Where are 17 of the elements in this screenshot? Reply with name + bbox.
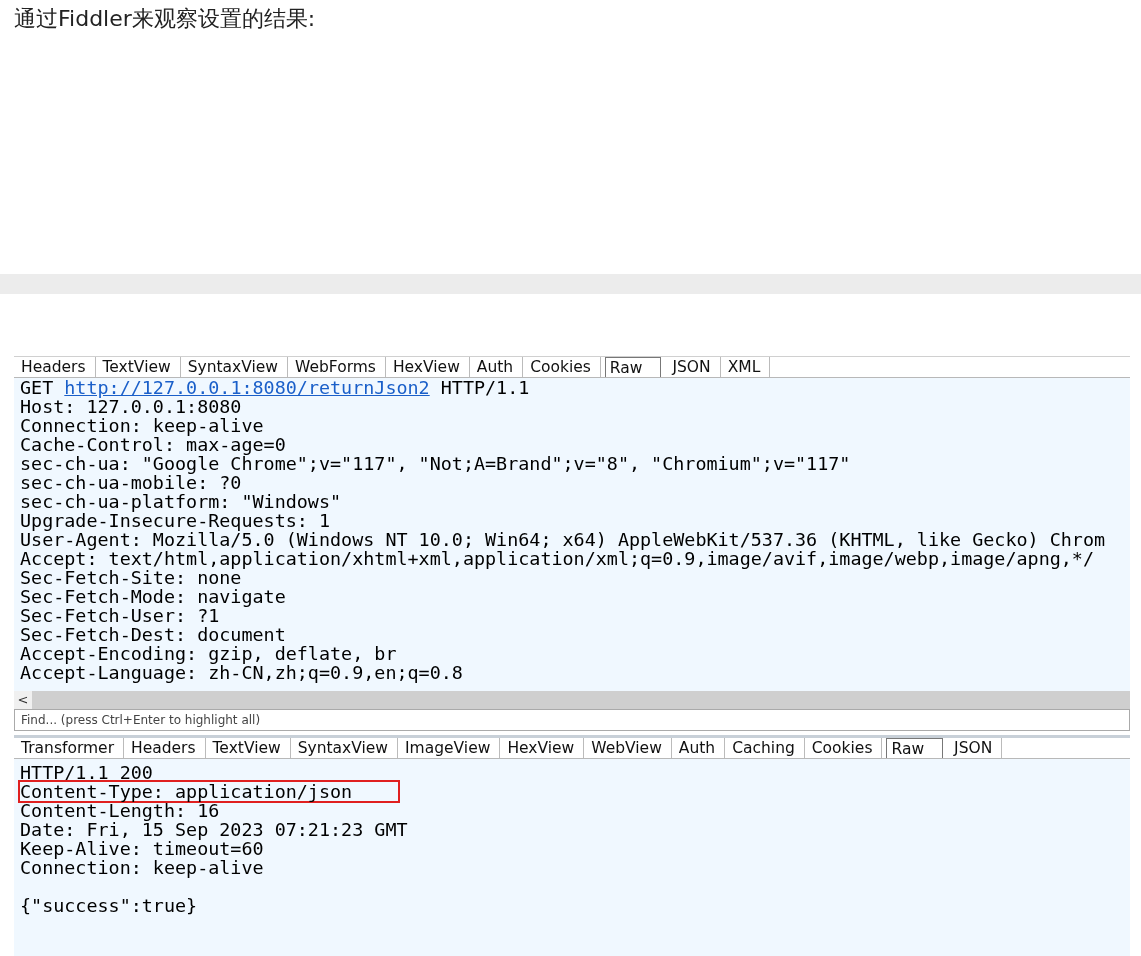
header-line: sec-ch-ua-platform: "Windows" [20,491,342,512]
header-line: Sec-Fetch-Dest: document [20,624,286,645]
header-line: Connection: keep-alive [19,857,265,879]
header-line: Sec-Fetch-Mode: navigate [20,586,286,607]
horizontal-scrollbar[interactable]: < [14,691,1130,709]
find-field[interactable]: Find... (press Ctrl+Enter to highlight all) [14,709,1130,731]
header-line: Accept-Encoding: gzip, deflate, br [20,643,397,664]
header-line: Upgrade-Insecure-Requests: 1 [20,510,331,531]
header-line: Connection: keep-alive [20,415,264,436]
url-link[interactable]: http://127.0.0.1:8080/returnJson2 [64,378,430,398]
request-line: GET http://127.0.0.1:8080/returnJson2 HTTP/1.1 [20,378,530,398]
inspector-tab[interactable]: Raw [604,357,662,377]
response-body: {"success":true} [20,895,198,916]
article-heading: 通过Fiddler来观察设置的结果: [13,5,317,33]
header-line: Sec-Fetch-User: ?1 [20,605,220,626]
header-line: Keep-Alive: timeout=60 [19,838,265,859]
inspector-tab[interactable]: Raw [886,738,944,758]
